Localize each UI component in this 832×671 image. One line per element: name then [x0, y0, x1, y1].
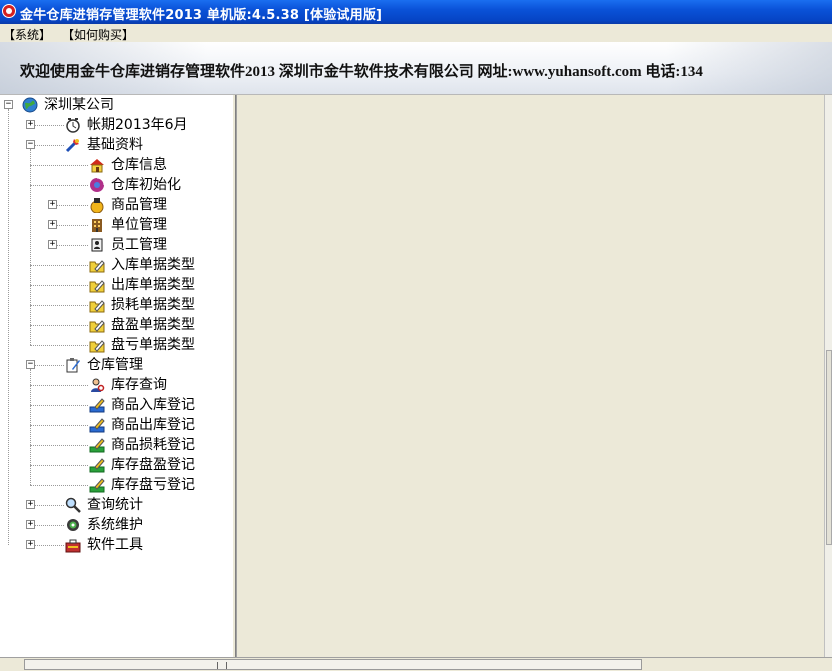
- collapse-icon[interactable]: −: [26, 140, 35, 149]
- tree-node[interactable]: − 仓库管理: [0, 355, 232, 375]
- tree-node[interactable]: + 软件工具: [0, 535, 232, 555]
- pen-tray-green-icon: [89, 477, 105, 493]
- tree-node[interactable]: 库存查询: [0, 375, 232, 395]
- employee-icon: [89, 237, 105, 253]
- globe-icon: [22, 97, 38, 113]
- tree-node-label: 仓库管理: [87, 357, 143, 373]
- pen-tray-blue-icon: [89, 417, 105, 433]
- tree-node-label: 盘亏单据类型: [111, 337, 195, 353]
- tree-node[interactable]: 库存盘盈登记: [0, 455, 232, 475]
- title-bar: 金牛仓库进销存管理软件2013 单机版:4.5.38 [体验试用版]: [0, 0, 832, 24]
- tree-node[interactable]: 出库单据类型: [0, 275, 232, 295]
- tree-node-label: 商品入库登记: [111, 397, 195, 413]
- expand-icon[interactable]: +: [26, 520, 35, 529]
- tree-node-label: 软件工具: [87, 537, 143, 553]
- tree-node-label: 库存盘盈登记: [111, 457, 195, 473]
- clock-icon: [65, 117, 81, 133]
- pen-tray-green-icon: [89, 437, 105, 453]
- toolbox-icon: [65, 537, 81, 553]
- tree-node[interactable]: − 基础资料: [0, 135, 232, 155]
- refresh-disc-icon: [89, 177, 105, 193]
- expand-icon[interactable]: +: [48, 240, 57, 249]
- pen-tray-blue-icon: [89, 397, 105, 413]
- gear-icon: [65, 517, 81, 533]
- navigation-tree: − 深圳某公司 + 帐期2013年6月 − 基础资料仓库信息仓库初始化 + 商品管理 + 单位管理…: [0, 95, 233, 657]
- menu-bar: 【系统】 【如何购买】: [0, 24, 832, 42]
- tree-node-label: 基础资料: [87, 137, 143, 153]
- magnifier-icon: [65, 497, 81, 513]
- person-search-icon: [89, 377, 105, 393]
- expand-icon[interactable]: +: [48, 200, 57, 209]
- tree-node-label: 盘盈单据类型: [111, 317, 195, 333]
- tree-node-label: 查询统计: [87, 497, 143, 513]
- tree-node[interactable]: + 帐期2013年6月: [0, 115, 232, 135]
- tree-node[interactable]: 盘盈单据类型: [0, 315, 232, 335]
- tree-node-label: 仓库初始化: [111, 177, 181, 193]
- tree-node[interactable]: + 系统维护: [0, 515, 232, 535]
- tree-node[interactable]: 入库单据类型: [0, 255, 232, 275]
- banner-text: 欢迎使用金牛仓库进销存管理软件2013 深圳市金牛软件技术有限公司 网址:www…: [20, 64, 703, 80]
- expand-icon[interactable]: +: [26, 540, 35, 549]
- tree-node-label: 员工管理: [111, 237, 167, 253]
- tree-node-label: 仓库信息: [111, 157, 167, 173]
- window-title: 金牛仓库进销存管理软件2013 单机版:4.5.38 [体验试用版]: [20, 8, 383, 23]
- goods-icon: [89, 197, 105, 214]
- folder-pencil-icon: [89, 277, 105, 293]
- folder-pencil-icon: [89, 317, 105, 333]
- tree-node[interactable]: + 查询统计: [0, 495, 232, 515]
- tree-node[interactable]: 仓库初始化: [0, 175, 232, 195]
- tree-node-label: 商品出库登记: [111, 417, 195, 433]
- house-icon: [89, 157, 105, 173]
- tree-node-label: 单位管理: [111, 217, 167, 233]
- menu-how-to-buy[interactable]: 【如何购买】: [62, 26, 134, 43]
- building-icon: [89, 217, 105, 233]
- tree-node-label: 商品管理: [111, 197, 167, 213]
- expand-icon[interactable]: +: [26, 120, 35, 129]
- tree-node-label: 深圳某公司: [44, 97, 114, 113]
- tree-node-label: 库存盘亏登记: [111, 477, 195, 493]
- main-content-area: [236, 95, 824, 657]
- welcome-banner: 欢迎使用金牛仓库进销存管理软件2013 深圳市金牛软件技术有限公司 网址:www…: [0, 42, 832, 95]
- folder-pencil-icon: [89, 337, 105, 353]
- tree-node[interactable]: 商品出库登记: [0, 415, 232, 435]
- scroll-thumb[interactable]: [826, 350, 832, 545]
- pen-tray-green-icon: [89, 457, 105, 473]
- expand-icon[interactable]: +: [48, 220, 57, 229]
- tree-node-label: 帐期2013年6月: [87, 117, 188, 133]
- expand-icon[interactable]: +: [26, 500, 35, 509]
- tree-node[interactable]: + 商品管理: [0, 195, 232, 215]
- tree-node-label: 库存查询: [111, 377, 167, 393]
- menu-system[interactable]: 【系统】: [3, 26, 51, 43]
- app-icon[interactable]: [2, 4, 16, 18]
- tree-node[interactable]: 仓库信息: [0, 155, 232, 175]
- clipboard-pen-icon: [65, 357, 81, 373]
- folder-pencil-icon: [89, 257, 105, 273]
- tree-node-label: 出库单据类型: [111, 277, 195, 293]
- tree-node[interactable]: 盘亏单据类型: [0, 335, 232, 355]
- collapse-icon[interactable]: −: [4, 100, 13, 109]
- collapse-icon[interactable]: −: [26, 360, 35, 369]
- vertical-scrollbar[interactable]: [824, 95, 832, 657]
- tree-node[interactable]: 商品入库登记: [0, 395, 232, 415]
- h-scroll-thumb[interactable]: [24, 659, 642, 670]
- tree-node-label: 入库单据类型: [111, 257, 195, 273]
- tree-node[interactable]: + 员工管理: [0, 235, 232, 255]
- tree-node[interactable]: + 单位管理: [0, 215, 232, 235]
- tree-node[interactable]: 商品损耗登记: [0, 435, 232, 455]
- horizontal-scrollbar[interactable]: [0, 657, 832, 671]
- tree-node[interactable]: 损耗单据类型: [0, 295, 232, 315]
- tree-node-label: 损耗单据类型: [111, 297, 195, 313]
- tools-icon: [65, 137, 81, 153]
- tree-node[interactable]: 库存盘亏登记: [0, 475, 232, 495]
- tree-node-label: 系统维护: [87, 517, 143, 533]
- folder-pencil-icon: [89, 297, 105, 313]
- tree-node-label: 商品损耗登记: [111, 437, 195, 453]
- tree-node[interactable]: − 深圳某公司: [0, 95, 232, 115]
